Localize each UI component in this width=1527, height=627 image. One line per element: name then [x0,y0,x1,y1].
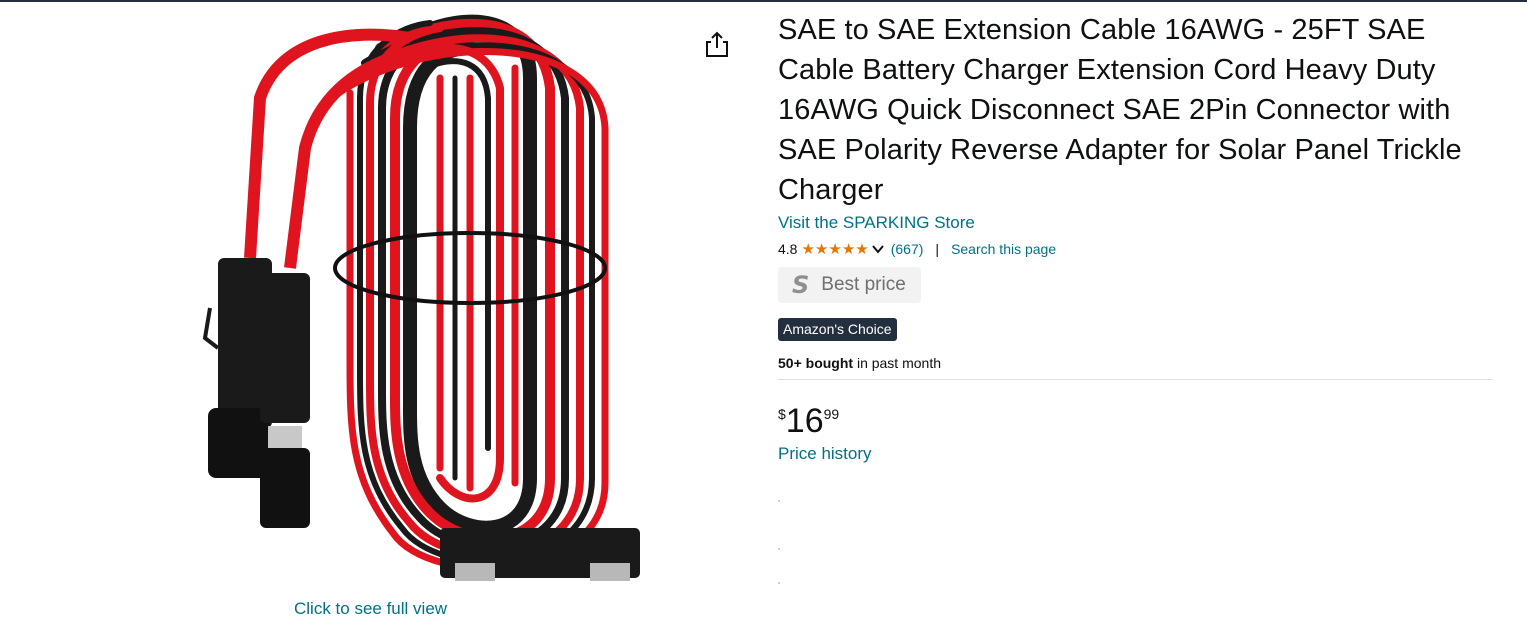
price-history-link[interactable]: Price history [778,444,1493,464]
separator: | [935,241,940,257]
tick-mark [778,500,780,502]
rating-row: 4.8 ★ ★ ★ ★ ★ (667) | Search this page [778,239,1493,259]
rating-value: 4.8 [778,241,798,257]
search-this-page-link[interactable]: Search this page [951,241,1056,257]
star-icon: ★ [814,240,829,258]
price-symbol: $ [778,406,786,422]
bought-suffix: in past month [853,355,941,371]
chevron-down-icon[interactable] [871,242,885,256]
see-full-view-link[interactable]: Click to see full view [294,599,447,619]
divider [778,379,1493,380]
share-button[interactable] [703,30,731,60]
star-icon: ★ [855,240,869,258]
bought-text: 50+ bought in past month [778,355,1493,371]
price: $ 16 99 [778,400,1493,440]
price-whole: 16 [785,402,824,440]
product-image[interactable] [110,8,690,593]
product-details: SAE to SAE Extension Cable 16AWG - 25FT … [778,10,1493,464]
best-price-label: Best price [821,274,906,295]
product-title: SAE to SAE Extension Cable 16AWG - 25FT … [778,14,1462,206]
bought-count: 50+ bought [778,355,854,371]
badge-row: Amazon's Choice [778,303,1493,341]
tick-mark [778,548,780,550]
star-icon: ★ [828,240,842,258]
star-rating[interactable]: ★ ★ ★ ★ ★ [801,242,868,257]
best-price-button[interactable]: S Best price [778,267,921,303]
best-price-logo: S [792,271,810,299]
star-icon: ★ [841,240,856,258]
price-fraction: 99 [823,406,840,422]
amazons-choice-badge: Amazon's Choice [778,318,897,341]
star-icon: ★ [801,240,815,258]
store-link[interactable]: Visit the SPARKING Store [778,213,1493,233]
top-border [0,0,1527,2]
rating-count-link[interactable]: (667) [891,241,924,257]
share-icon [706,31,728,57]
product-image-area: Click to see full view [20,8,700,618]
tick-mark [778,582,780,584]
